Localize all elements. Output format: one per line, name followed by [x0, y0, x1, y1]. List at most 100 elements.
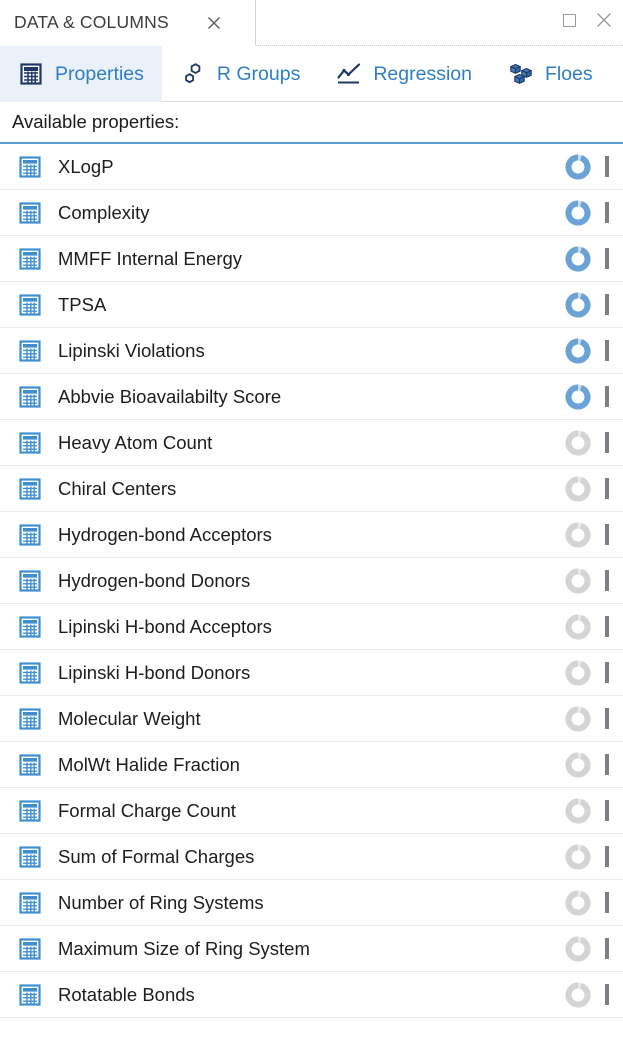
property-checkbox[interactable] — [605, 201, 609, 223]
property-row[interactable]: MMFF Internal Energy — [0, 236, 623, 282]
table-grid-icon — [18, 983, 42, 1007]
property-name: Hydrogen-bond Acceptors — [58, 523, 272, 545]
tab-properties[interactable]: Properties — [0, 46, 162, 102]
property-name: Lipinski H-bond Acceptors — [58, 615, 272, 637]
tab-regression[interactable]: Regression — [318, 46, 490, 102]
property-status-ring[interactable] — [563, 152, 593, 182]
available-properties-list: XLogP Complexity MMFF Internal Energy TPSA L… — [0, 144, 623, 1018]
property-status-ring[interactable] — [563, 382, 593, 412]
property-checkbox[interactable] — [605, 431, 609, 453]
property-checkbox[interactable] — [605, 707, 609, 729]
property-checkbox[interactable] — [605, 155, 609, 177]
property-checkbox[interactable] — [605, 477, 609, 499]
tab-r-groups[interactable]: R Groups — [162, 46, 318, 102]
property-checkbox[interactable] — [605, 615, 609, 637]
table-grid-icon — [18, 431, 42, 455]
property-checkbox[interactable] — [605, 661, 609, 683]
tab-regression-label: Regression — [373, 62, 472, 85]
property-row[interactable]: Maximum Size of Ring System — [0, 926, 623, 972]
property-row[interactable]: Lipinski H-bond Donors — [0, 650, 623, 696]
window-controls — [558, 9, 615, 31]
table-grid-icon — [18, 753, 42, 777]
available-properties-header: Available properties: — [0, 102, 623, 144]
property-name: Hydrogen-bond Donors — [58, 569, 251, 591]
property-status-ring[interactable] — [563, 198, 593, 228]
property-row[interactable]: XLogP — [0, 144, 623, 190]
molecule-hexagon-icon — [180, 61, 206, 87]
property-status-ring[interactable] — [563, 980, 593, 1010]
property-row[interactable]: Lipinski H-bond Acceptors — [0, 604, 623, 650]
document-tab-close-icon[interactable] — [203, 12, 225, 34]
property-row[interactable]: Chiral Centers — [0, 466, 623, 512]
property-status-ring[interactable] — [563, 336, 593, 366]
property-status-ring[interactable] — [563, 842, 593, 872]
table-grid-icon — [18, 339, 42, 363]
property-name: Molecular Weight — [58, 707, 201, 729]
tab-floes-label: Floes — [544, 62, 593, 85]
tab-r-groups-label: R Groups — [216, 62, 301, 85]
property-row[interactable]: Hydrogen-bond Donors — [0, 558, 623, 604]
trend-line-chart-icon — [336, 61, 362, 87]
property-name: TPSA — [58, 293, 107, 315]
property-name: MMFF Internal Energy — [58, 247, 243, 269]
property-checkbox[interactable] — [605, 983, 609, 1005]
property-checkbox[interactable] — [605, 891, 609, 913]
property-row[interactable]: Hydrogen-bond Acceptors — [0, 512, 623, 558]
table-grid-icon — [18, 477, 42, 501]
property-checkbox[interactable] — [605, 293, 609, 315]
close-icon[interactable] — [593, 9, 615, 31]
property-name: Formal Charge Count — [58, 799, 236, 821]
property-row[interactable]: Sum of Formal Charges — [0, 834, 623, 880]
property-checkbox[interactable] — [605, 937, 609, 959]
property-row[interactable]: MolWt Halide Fraction — [0, 742, 623, 788]
property-name: Abbvie Bioavailabilty Score — [58, 385, 282, 407]
property-name: Number of Ring Systems — [58, 891, 264, 913]
property-checkbox[interactable] — [605, 385, 609, 407]
table-grid-icon — [18, 845, 42, 869]
property-checkbox[interactable] — [605, 523, 609, 545]
document-tab-data-and-columns[interactable]: DATA & COLUMNS — [0, 0, 256, 46]
property-status-ring[interactable] — [563, 888, 593, 918]
table-grid-icon — [18, 201, 42, 225]
property-status-ring[interactable] — [563, 796, 593, 826]
property-row[interactable]: Heavy Atom Count — [0, 420, 623, 466]
property-checkbox[interactable] — [605, 753, 609, 775]
property-row[interactable]: Formal Charge Count — [0, 788, 623, 834]
property-name: Complexity — [58, 201, 150, 223]
tab-floes[interactable]: Floes — [490, 46, 611, 102]
property-row[interactable]: Rotatable Bonds — [0, 972, 623, 1018]
property-status-ring[interactable] — [563, 290, 593, 320]
property-checkbox[interactable] — [605, 339, 609, 361]
property-name: XLogP — [58, 155, 114, 177]
property-row[interactable]: Abbvie Bioavailabilty Score — [0, 374, 623, 420]
property-name: Lipinski H-bond Donors — [58, 661, 251, 683]
property-status-ring[interactable] — [563, 428, 593, 458]
property-row[interactable]: Number of Ring Systems — [0, 880, 623, 926]
table-grid-icon — [18, 799, 42, 823]
property-name: Sum of Formal Charges — [58, 845, 255, 867]
property-row[interactable]: Molecular Weight — [0, 696, 623, 742]
table-grid-icon — [18, 293, 42, 317]
property-checkbox[interactable] — [605, 247, 609, 269]
property-status-ring[interactable] — [563, 474, 593, 504]
panel-tabstrip: Properties R Groups Regression Floes — [0, 46, 623, 102]
maximize-icon[interactable] — [558, 9, 580, 31]
property-status-ring[interactable] — [563, 244, 593, 274]
property-row[interactable]: TPSA — [0, 282, 623, 328]
property-checkbox[interactable] — [605, 845, 609, 867]
property-status-ring[interactable] — [563, 520, 593, 550]
table-grid-icon — [18, 569, 42, 593]
property-row[interactable]: Complexity — [0, 190, 623, 236]
property-status-ring[interactable] — [563, 566, 593, 596]
stacked-cubes-icon — [508, 61, 534, 87]
property-status-ring[interactable] — [563, 704, 593, 734]
table-grid-icon — [18, 937, 42, 961]
property-checkbox[interactable] — [605, 799, 609, 821]
property-row[interactable]: Lipinski Violations — [0, 328, 623, 374]
property-checkbox[interactable] — [605, 569, 609, 591]
property-status-ring[interactable] — [563, 934, 593, 964]
property-name: Rotatable Bonds — [58, 983, 195, 1005]
property-status-ring[interactable] — [563, 750, 593, 780]
property-status-ring[interactable] — [563, 658, 593, 688]
property-status-ring[interactable] — [563, 612, 593, 642]
